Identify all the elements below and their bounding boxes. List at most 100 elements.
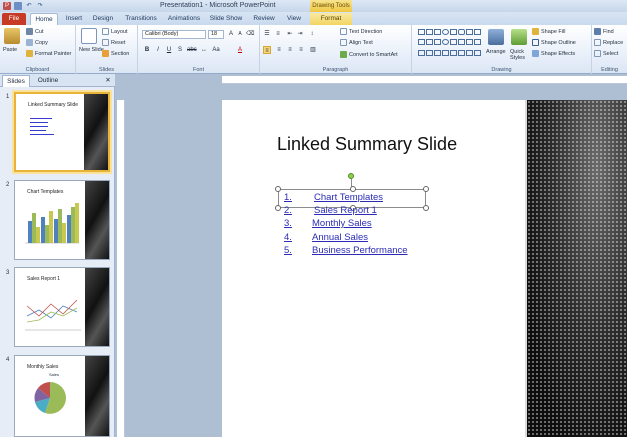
align-left-icon[interactable]: ≡ [263, 46, 271, 54]
columns-icon[interactable]: ▥ [309, 46, 317, 54]
tab-file[interactable]: File [2, 13, 26, 25]
shape-rect-icon[interactable] [450, 39, 457, 46]
copy-button[interactable]: Copy [26, 39, 48, 46]
new-slide-button[interactable]: New Slide [79, 47, 104, 53]
shape-more-icon[interactable] [474, 49, 481, 56]
slide-thumbnail-3[interactable]: Sales Report 1 [14, 267, 110, 347]
arrange-button[interactable]: Arrange [486, 49, 506, 55]
italic-icon[interactable]: I [154, 46, 162, 54]
bold-icon[interactable]: B [143, 46, 151, 54]
justify-icon[interactable]: ≡ [297, 46, 305, 54]
shape-brace-icon[interactable] [442, 49, 449, 56]
slide-thumbnail-2[interactable]: Chart Templates [14, 180, 110, 260]
line-spacing-icon[interactable]: ↕ [308, 30, 316, 38]
font-size-box[interactable]: 18 [208, 30, 224, 39]
tab-home[interactable]: Home [30, 13, 58, 25]
resize-handle[interactable] [275, 205, 281, 211]
shape-effects-button[interactable]: Shape Effects [532, 50, 575, 57]
shape-callout-icon[interactable] [466, 49, 473, 56]
underline-icon[interactable]: U [165, 46, 173, 54]
quick-styles-icon[interactable] [511, 29, 527, 45]
slide-thumbnail-4[interactable]: Monthly Sales Sales [14, 355, 110, 437]
shape-rounded-rect-icon[interactable] [458, 29, 465, 35]
shape-outline-button[interactable]: Shape Outline [532, 39, 576, 46]
align-right-icon[interactable]: ≡ [286, 46, 294, 54]
clear-formatting-icon[interactable]: ⌫ [246, 30, 254, 38]
paste-button[interactable]: Paste [3, 47, 17, 53]
shadow-icon[interactable]: S [176, 46, 184, 54]
tab-design[interactable]: Design [89, 13, 117, 25]
font-color-icon[interactable]: A [236, 46, 244, 54]
arrange-icon[interactable] [488, 29, 504, 45]
app-icon[interactable]: P [3, 2, 11, 10]
change-case-icon[interactable]: Aa [212, 46, 220, 54]
font-name-box[interactable]: Calibri (Body) [142, 30, 206, 39]
shape-oval-icon[interactable] [442, 39, 449, 46]
shape-diamond-icon[interactable] [458, 39, 465, 46]
tab-slide-show[interactable]: Slide Show [207, 13, 245, 25]
replace-button[interactable]: Replace [594, 39, 623, 46]
shapes-gallery[interactable] [418, 29, 481, 59]
shape-brace-icon[interactable] [434, 49, 441, 56]
bullets-icon[interactable]: ☰ [263, 30, 271, 38]
align-center-icon[interactable]: ≡ [275, 46, 283, 54]
new-slide-icon[interactable] [81, 28, 97, 44]
section-button[interactable]: Section [102, 50, 129, 57]
decrease-indent-icon[interactable]: ⇤ [286, 30, 294, 38]
item-link[interactable]: Annual Sales [312, 232, 368, 243]
shape-oval-icon[interactable] [442, 29, 449, 35]
shape-arrow-icon[interactable] [426, 49, 433, 56]
resize-handle[interactable] [275, 186, 281, 192]
item-link[interactable]: Business Performance [312, 245, 408, 256]
shrink-font-icon[interactable]: A [236, 30, 244, 38]
strikethrough-icon[interactable]: abc [187, 46, 197, 54]
save-icon[interactable] [14, 2, 22, 10]
shape-fill-button[interactable]: Shape Fill [532, 28, 565, 35]
shape-arrow-icon[interactable] [418, 49, 425, 56]
find-button[interactable]: Find [594, 28, 614, 35]
tab-insert[interactable]: Insert [60, 13, 88, 25]
shape-triangle-icon[interactable] [466, 29, 473, 35]
resize-handle[interactable] [423, 205, 429, 211]
tab-review[interactable]: Review [249, 13, 279, 25]
align-text-button[interactable]: Align Text [340, 39, 373, 46]
quick-styles-button[interactable]: Quick Styles [510, 49, 530, 61]
undo-icon[interactable]: ↶ [25, 2, 33, 10]
shape-star-icon[interactable] [450, 49, 457, 56]
paste-icon[interactable] [4, 28, 20, 44]
resize-handle[interactable] [423, 186, 429, 192]
item-link[interactable]: Sales Report 1 [314, 205, 377, 216]
numbering-icon[interactable]: ≡ [274, 30, 282, 38]
redo-icon[interactable]: ↷ [36, 2, 44, 10]
tab-animations[interactable]: Animations [164, 13, 204, 25]
text-direction-button[interactable]: Text Direction [340, 28, 382, 35]
item-link[interactable]: Monthly Sales [312, 218, 372, 229]
reset-button[interactable]: Reset [102, 39, 125, 46]
tab-view[interactable]: View [282, 13, 306, 25]
shape-line-icon[interactable] [418, 39, 425, 46]
shape-curve-icon[interactable] [434, 39, 441, 46]
tab-format[interactable]: Format [310, 13, 352, 25]
cut-button[interactable]: Cut [26, 28, 44, 35]
slide-thumbnail-1[interactable]: Linked Summary Slide [14, 92, 110, 172]
tab-outline[interactable]: Outline [32, 75, 64, 87]
grow-font-icon[interactable]: A [227, 30, 235, 38]
shape-star-icon[interactable] [458, 49, 465, 56]
shape-rect-icon[interactable] [450, 29, 457, 35]
shape-elbow-icon[interactable] [426, 39, 433, 46]
format-painter-button[interactable]: Format Painter [26, 50, 71, 57]
shape-arrow-icon[interactable] [466, 39, 473, 46]
tab-slides[interactable]: Slides [2, 75, 30, 87]
shape-more-icon[interactable] [474, 39, 481, 46]
slide-title[interactable]: Linked Summary Slide [277, 134, 457, 155]
convert-smartart-button[interactable]: Convert to SmartArt [340, 51, 398, 58]
shape-arrow-icon[interactable] [426, 29, 433, 35]
layout-button[interactable]: Layout [102, 28, 128, 35]
shape-more-icon[interactable] [474, 29, 481, 35]
shape-line-icon[interactable] [418, 29, 425, 35]
close-panel-icon[interactable]: ✕ [103, 75, 113, 87]
increase-indent-icon[interactable]: ⇥ [296, 30, 304, 38]
character-spacing-icon[interactable]: ↔ [200, 46, 208, 54]
slide-canvas[interactable]: Linked Summary Slide 1. Chart Templates 2… [222, 100, 627, 437]
shape-rect-icon[interactable] [434, 29, 441, 35]
